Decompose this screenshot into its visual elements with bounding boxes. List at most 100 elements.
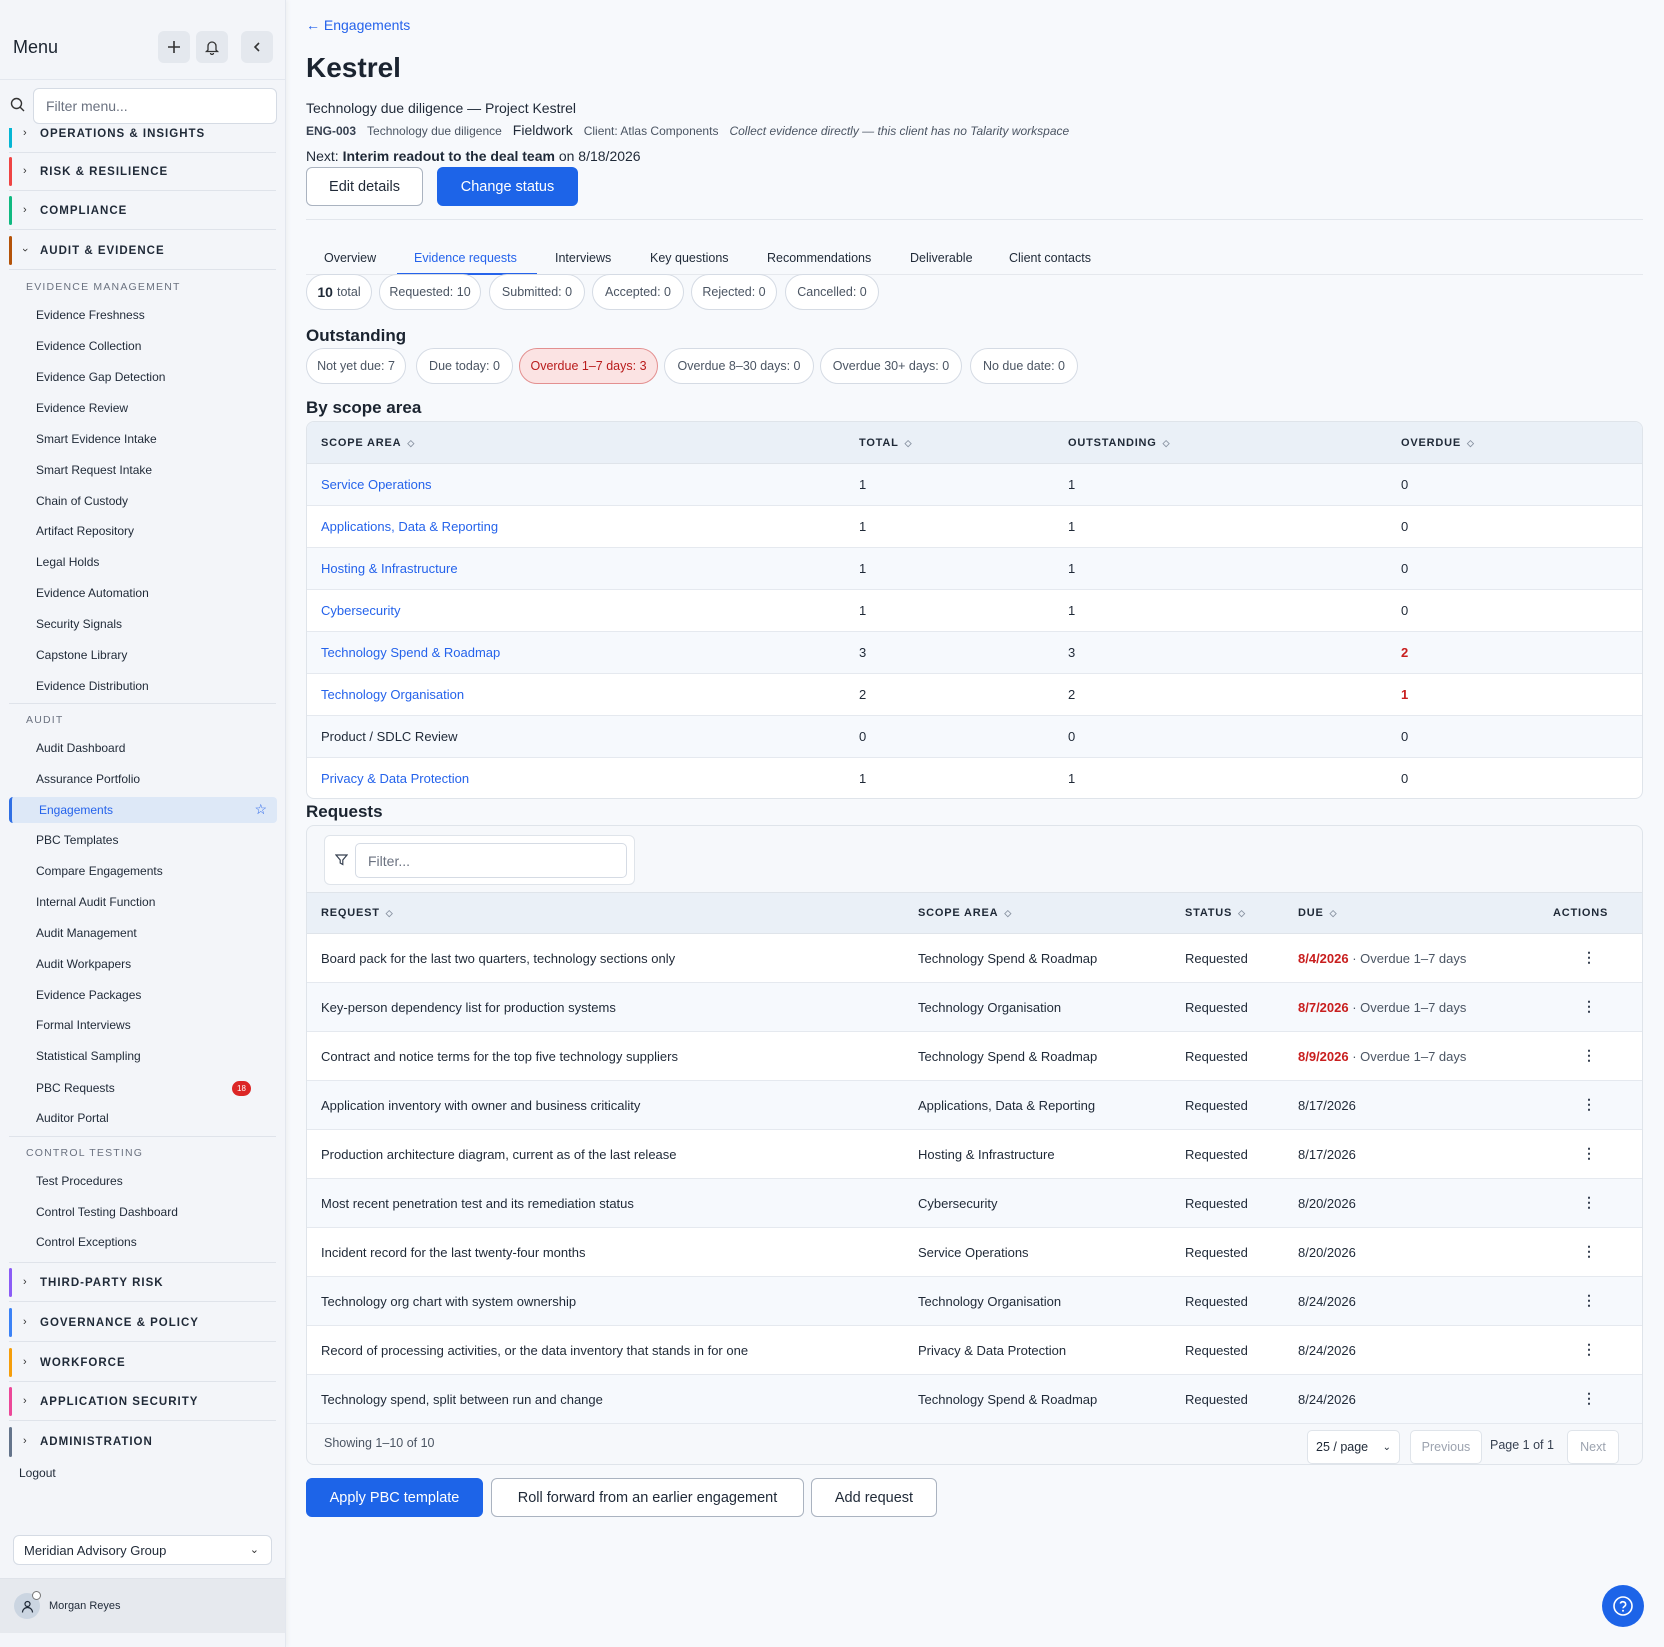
nav-capstone-library[interactable]: Capstone Library [36,648,127,662]
nav-smart-request-intake[interactable]: Smart Request Intake [36,463,152,477]
nav-chain-of-custody[interactable]: Chain of Custody [36,494,128,508]
table-row[interactable]: Record of processing activities, or the … [307,1326,1642,1375]
chip-cancelled[interactable]: Cancelled: 0 [785,274,879,310]
more-actions-icon[interactable]: ⋮ [1582,1390,1596,1407]
more-actions-icon[interactable]: ⋮ [1582,1047,1596,1064]
chip-due-today[interactable]: Due today: 0 [416,348,513,384]
nav-auditor-portal[interactable]: Auditor Portal [36,1111,109,1125]
tab-client-contacts[interactable]: Client contacts [1009,251,1091,265]
notifications-button[interactable] [196,31,228,63]
nav-control-exceptions[interactable]: Control Exceptions [36,1235,137,1249]
chip-submitted[interactable]: Submitted: 0 [489,274,585,310]
nav-audit-management[interactable]: Audit Management [36,926,137,940]
more-actions-icon[interactable]: ⋮ [1582,1096,1596,1113]
nav-test-procedures[interactable]: Test Procedures [36,1174,123,1188]
nav-security-signals[interactable]: Security Signals [36,617,122,631]
col-scope-area[interactable]: SCOPE AREA ◇ [918,907,1011,919]
table-row[interactable]: Incident record for the last twenty-four… [307,1228,1642,1277]
roll-forward-button[interactable]: Roll forward from an earlier engagement [491,1478,804,1517]
previous-page-button[interactable]: Previous [1410,1430,1482,1464]
nav-engagements[interactable]: Engagements ☆ [9,797,277,823]
chip-accepted[interactable]: Accepted: 0 [592,274,684,310]
requests-filter-input[interactable] [355,843,627,878]
col-overdue[interactable]: OVERDUE ◇ [1401,437,1474,449]
change-status-button[interactable]: Change status [437,167,578,206]
table-row[interactable]: Key-person dependency list for productio… [307,983,1642,1032]
category-application-security[interactable]: › APPLICATION SECURITY [9,1383,276,1421]
table-row[interactable]: Board pack for the last two quarters, te… [307,934,1642,983]
table-row[interactable]: Application inventory with owner and bus… [307,1081,1642,1130]
apply-pbc-template-button[interactable]: Apply PBC template [306,1478,483,1517]
table-row[interactable]: Most recent penetration test and its rem… [307,1179,1642,1228]
chip-total[interactable]: 10 total [306,274,372,310]
col-request[interactable]: REQUEST ◇ [321,907,393,919]
tab-overview[interactable]: Overview [324,251,376,265]
help-button[interactable] [1602,1585,1644,1627]
scope-area-link[interactable]: Technology Organisation [321,687,464,702]
category-workforce[interactable]: › WORKFORCE [9,1344,276,1382]
nav-evidence-packages[interactable]: Evidence Packages [36,988,141,1002]
add-request-button[interactable]: Add request [811,1478,937,1517]
tab-recommendations[interactable]: Recommendations [767,251,871,265]
col-scope-area[interactable]: SCOPE AREA ◇ [321,437,414,449]
nav-assurance-portfolio[interactable]: Assurance Portfolio [36,772,140,786]
tab-interviews[interactable]: Interviews [555,251,611,265]
chip-overdue-30-plus[interactable]: Overdue 30+ days: 0 [820,348,962,384]
chip-no-due-date[interactable]: No due date: 0 [970,348,1078,384]
nav-smart-evidence-intake[interactable]: Smart Evidence Intake [36,432,157,446]
more-actions-icon[interactable]: ⋮ [1582,1292,1596,1309]
category-audit-evidence[interactable]: › AUDIT & EVIDENCE [9,232,276,270]
nav-evidence-review[interactable]: Evidence Review [36,401,128,415]
organization-select[interactable]: Meridian Advisory Group ⌄ [13,1535,272,1565]
nav-internal-audit-function[interactable]: Internal Audit Function [36,895,155,909]
collapse-sidebar-button[interactable] [241,31,273,63]
scope-area-link[interactable]: Technology Spend & Roadmap [321,645,500,660]
scope-area-link[interactable]: Cybersecurity [321,603,400,618]
nav-formal-interviews[interactable]: Formal Interviews [36,1018,131,1032]
category-governance[interactable]: › GOVERNANCE & POLICY [9,1304,276,1342]
page-size-select[interactable]: 25 / page ⌄ [1307,1430,1400,1464]
col-total[interactable]: TOTAL ◇ [859,437,912,449]
more-actions-icon[interactable]: ⋮ [1582,998,1596,1015]
nav-evidence-gap-detection[interactable]: Evidence Gap Detection [36,370,165,384]
more-actions-icon[interactable]: ⋮ [1582,1194,1596,1211]
scope-area-link[interactable]: Service Operations [321,477,432,492]
category-administration[interactable]: › ADMINISTRATION [9,1423,276,1461]
nav-evidence-collection[interactable]: Evidence Collection [36,339,141,353]
nav-statistical-sampling[interactable]: Statistical Sampling [36,1049,141,1063]
more-actions-icon[interactable]: ⋮ [1582,1243,1596,1260]
edit-details-button[interactable]: Edit details [306,167,423,206]
nav-artifact-repository[interactable]: Artifact Repository [36,524,134,538]
user-bar[interactable]: Morgan Reyes [0,1578,285,1633]
chip-overdue-1-7[interactable]: Overdue 1–7 days: 3 [519,348,658,384]
col-due[interactable]: DUE ◇ [1298,907,1337,919]
table-row[interactable]: Production architecture diagram, current… [307,1130,1642,1179]
nav-compare-engagements[interactable]: Compare Engagements [36,864,163,878]
nav-pbc-requests[interactable]: PBC Requests [36,1081,115,1095]
chip-not-yet-due[interactable]: Not yet due: 7 [306,348,406,384]
table-row[interactable]: Technology spend, split between run and … [307,1375,1642,1424]
nav-pbc-templates[interactable]: PBC Templates [36,833,118,847]
category-operations[interactable]: › OPERATIONS & INSIGHTS [9,128,276,153]
category-third-party-risk[interactable]: › THIRD-PARTY RISK [9,1264,276,1302]
more-actions-icon[interactable]: ⋮ [1582,1145,1596,1162]
chip-overdue-8-30[interactable]: Overdue 8–30 days: 0 [664,348,814,384]
category-risk[interactable]: › RISK & RESILIENCE [9,153,276,191]
table-row[interactable]: Technology org chart with system ownersh… [307,1277,1642,1326]
table-row[interactable]: Contract and notice terms for the top fi… [307,1032,1642,1081]
scope-area-link[interactable]: Hosting & Infrastructure [321,561,458,576]
nav-audit-workpapers[interactable]: Audit Workpapers [36,957,131,971]
menu-filter-input[interactable] [33,88,277,124]
category-compliance[interactable]: › COMPLIANCE [9,192,276,230]
nav-evidence-automation[interactable]: Evidence Automation [36,586,149,600]
more-actions-icon[interactable]: ⋮ [1582,1341,1596,1358]
nav-evidence-freshness[interactable]: Evidence Freshness [36,308,145,322]
logout-link[interactable]: Logout [19,1466,56,1480]
add-button[interactable] [158,31,190,63]
chip-requested[interactable]: Requested: 10 [379,274,481,310]
next-page-button[interactable]: Next [1567,1430,1619,1464]
nav-control-testing-dashboard[interactable]: Control Testing Dashboard [36,1205,178,1219]
col-outstanding[interactable]: OUTSTANDING ◇ [1068,437,1170,449]
col-status[interactable]: STATUS ◇ [1185,907,1245,919]
star-icon[interactable]: ☆ [254,801,267,818]
